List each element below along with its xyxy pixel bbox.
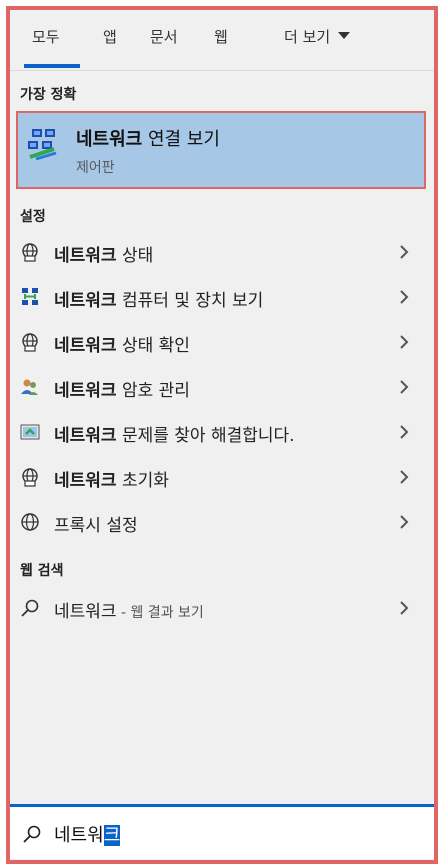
chevron-right-icon (400, 380, 409, 394)
chevron-right-icon (400, 335, 409, 349)
search-typed-text: 네트워 (54, 825, 104, 846)
settings-item-label: 프록시 설정 (54, 516, 138, 536)
search-selected-text: 크 (103, 825, 121, 846)
network-connections-icon (28, 129, 57, 161)
chevron-right-icon (400, 425, 409, 439)
active-tab-indicator (24, 64, 80, 68)
web-search-label: 네트워크 - 웹 결과 보기 (54, 597, 204, 622)
chevron-right-icon (400, 245, 409, 259)
web-search-result[interactable]: 네트워크 - 웹 결과 보기 (10, 586, 434, 630)
tab-more[interactable]: 더 보기 (284, 26, 351, 47)
settings-item[interactable]: 네트워크 상태 확인 (10, 320, 434, 364)
best-match-heading: 가장 정확 (20, 87, 77, 103)
globe-network-icon (22, 243, 38, 262)
search-input[interactable]: 네트워크 (54, 821, 121, 847)
search-box[interactable]: 네트워크 (10, 804, 434, 859)
best-match-result[interactable]: 네트워크 연결 보기 제어판 (16, 111, 426, 189)
chevron-right-icon (400, 515, 409, 529)
settings-item-label: 네트워크 문제를 찾아 해결합니다. (54, 426, 295, 446)
search-icon (21, 599, 39, 617)
tab-all[interactable]: 모두 (32, 26, 60, 47)
globe-network-icon (22, 333, 38, 352)
globe-icon (21, 513, 39, 531)
globe-network-icon (22, 468, 38, 487)
caret-down-icon (338, 32, 351, 39)
chevron-right-icon (400, 290, 409, 304)
best-match-title-rest: 연결 보기 (142, 129, 220, 150)
search-tabs: 모두 앱 문서 웹 더 보기 (10, 10, 434, 71)
best-match-title: 네트워크 연결 보기 (76, 125, 220, 151)
chevron-right-icon (400, 601, 409, 615)
best-match-title-bold: 네트워크 (76, 129, 143, 150)
tab-more-label: 더 보기 (284, 28, 331, 46)
tab-documents[interactable]: 문서 (150, 26, 178, 47)
web-search-suffix: - 웹 결과 보기 (116, 605, 204, 621)
settings-item[interactable]: 네트워크 초기화 (10, 455, 434, 499)
chevron-right-icon (400, 470, 409, 484)
network-computers-icon (22, 288, 38, 305)
settings-item-label: 네트워크 암호 관리 (54, 381, 190, 401)
users-key-icon (21, 379, 38, 395)
settings-item-label: 네트워크 상태 (54, 246, 154, 266)
best-match-subtitle: 제어판 (76, 160, 115, 176)
web-search-heading: 웹 검색 (20, 563, 64, 579)
tab-web[interactable]: 웹 (214, 26, 228, 47)
search-icon (23, 825, 41, 843)
settings-item[interactable]: 네트워크 문제를 찾아 해결합니다. (10, 410, 434, 454)
settings-item[interactable]: 네트워크 컴퓨터 및 장치 보기 (10, 275, 434, 319)
settings-item[interactable]: 프록시 설정 (10, 500, 434, 544)
settings-item[interactable]: 네트워크 암호 관리 (10, 365, 434, 409)
tab-apps[interactable]: 앱 (103, 26, 117, 47)
web-search-query: 네트워크 (54, 602, 117, 622)
settings-heading: 설정 (20, 209, 46, 225)
settings-item-label: 네트워크 컴퓨터 및 장치 보기 (54, 291, 264, 311)
settings-item[interactable]: 네트워크 상태 (10, 230, 434, 274)
search-panel: 모두 앱 문서 웹 더 보기 가장 정확 네트워크 연결 보기 제어판 설정 네… (6, 6, 438, 864)
troubleshoot-icon (20, 424, 40, 440)
settings-item-label: 네트워크 초기화 (54, 471, 169, 491)
settings-item-label: 네트워크 상태 확인 (54, 336, 190, 356)
